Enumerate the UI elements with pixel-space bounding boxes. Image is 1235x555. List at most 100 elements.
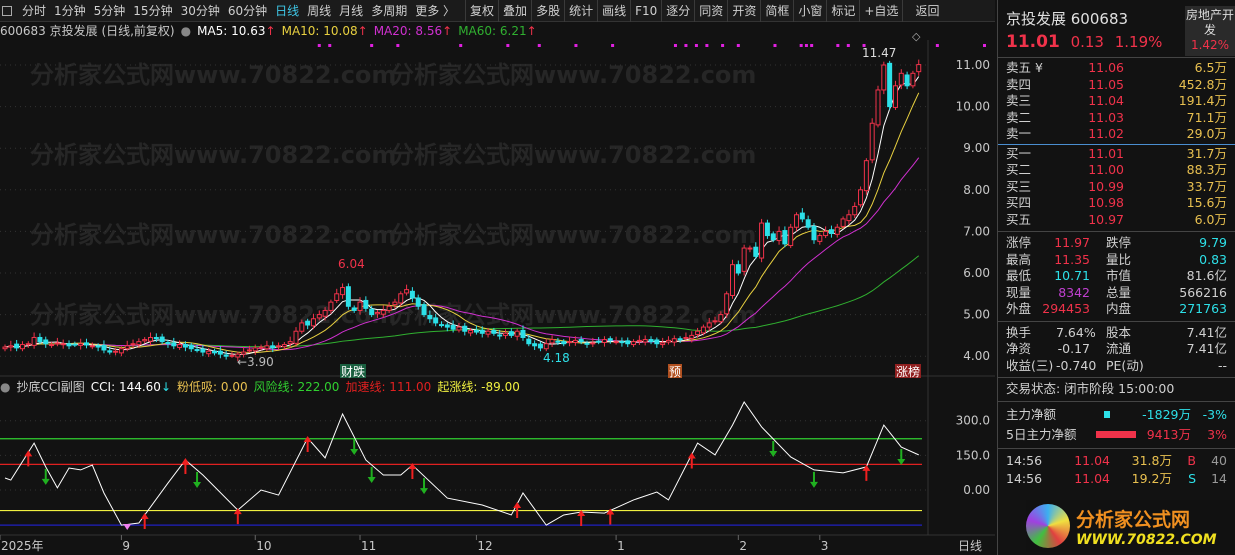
settings-icon[interactable]: ● — [0, 378, 10, 396]
stat-label: 最低 — [1006, 268, 1032, 283]
candle — [596, 340, 602, 343]
stat-label: 市值 — [1106, 268, 1132, 283]
trade-status: 交易状态: 闭市阶段 15:00:00 — [1006, 381, 1175, 396]
level-volume: 33.7万 — [1186, 178, 1227, 194]
buy-arrow-icon — [181, 457, 190, 474]
candle — [252, 347, 258, 352]
signal-dot — [694, 44, 698, 47]
level-label: 买二 — [1006, 162, 1032, 177]
candle — [37, 336, 43, 343]
kline-chart[interactable]: 11.0010.009.008.007.006.005.004.00300.01… — [0, 0, 995, 555]
level-price: 11.00 — [1088, 162, 1124, 177]
signal-dot — [846, 44, 850, 47]
ma60-line — [4, 255, 920, 348]
candle — [561, 341, 567, 345]
candle — [456, 326, 462, 331]
stat-label: 流通 — [1106, 341, 1132, 356]
sell-arrow-icon — [897, 449, 906, 466]
candle — [444, 324, 450, 328]
flow-value: -1829万 — [1142, 406, 1191, 422]
sell-arrow-icon — [809, 471, 818, 488]
candle — [351, 307, 357, 311]
period-label[interactable]: 日线 — [958, 539, 982, 553]
stat-row: 最高 11.35 量比 0.83 — [998, 252, 1235, 269]
signal-dot — [673, 44, 677, 47]
candle — [520, 329, 526, 338]
signal-dot — [611, 44, 615, 47]
candle — [712, 320, 718, 323]
candle — [741, 247, 747, 272]
candle — [142, 339, 148, 342]
level-label: 卖四 — [1006, 76, 1032, 92]
stat-row: 换手 7.64% 股本 7.41亿 — [998, 325, 1235, 342]
candle — [473, 329, 479, 333]
candle — [805, 219, 811, 228]
candle — [374, 312, 380, 315]
candle — [468, 329, 474, 334]
risk-line-value: 风险线: 222.00 — [253, 380, 340, 394]
time-tick-label: 3 — [821, 539, 829, 553]
signal-dot — [983, 44, 987, 47]
cci-text: CCI: 144.60 — [90, 380, 161, 394]
event-marker[interactable]: 财跌 — [341, 364, 365, 379]
sector-pct: 1.42% — [1190, 38, 1230, 52]
tick-price: 11.04 — [1074, 452, 1110, 468]
candle — [648, 339, 654, 343]
candle — [276, 345, 282, 348]
candle — [514, 330, 520, 337]
signal-dot — [810, 44, 814, 47]
candle — [270, 345, 276, 349]
candle — [811, 225, 817, 241]
candle — [101, 344, 107, 351]
stat-value: 7.64% — [1056, 324, 1096, 340]
candle — [136, 341, 142, 346]
candle — [858, 189, 864, 206]
candle — [869, 122, 875, 161]
candle — [66, 343, 72, 347]
stats-grid-2: 换手 7.64% 股本 7.41亿 净资 -0.17 流通 7.41亿 收益(三) -0.740 P… — [998, 325, 1235, 375]
candle — [601, 339, 607, 343]
event-marker[interactable]: 涨榜 — [896, 364, 920, 379]
candle — [357, 301, 363, 311]
candle — [665, 339, 671, 343]
candle — [753, 246, 759, 257]
candle — [398, 293, 404, 304]
sell-arrow-icon — [193, 471, 202, 488]
level-label: 卖五 ¥ — [1006, 60, 1043, 75]
stat-value: 271763 — [1179, 301, 1227, 316]
pink-low-value: 粉低吸: 0.00 — [177, 380, 248, 394]
candle — [130, 343, 136, 346]
candle — [852, 205, 858, 216]
event-marker[interactable]: 预 — [669, 365, 681, 379]
level-label: 买一 — [1006, 145, 1032, 161]
diamond-icon[interactable]: ◇ — [912, 30, 921, 43]
sector-box[interactable]: 房地产开发 1.42% — [1185, 6, 1235, 56]
flow-value: 9413万 — [1146, 426, 1191, 442]
stat-label: 换手 — [1006, 324, 1032, 340]
candle — [491, 329, 497, 334]
price-tick-label: 9.00 — [963, 141, 990, 155]
high-annotation: 6.04 — [338, 257, 365, 271]
stat-label: 内盘 — [1106, 301, 1132, 316]
candle — [14, 343, 20, 349]
cci-indicator-header: ● 抄底CCI副图 CCI: 144.60↓ 粉低吸: 0.00 风险线: 22… — [0, 378, 520, 396]
candle — [625, 340, 631, 345]
candle — [590, 342, 596, 345]
level-volume: 6.5万 — [1194, 60, 1227, 75]
time-tick-label: 1 — [617, 539, 625, 553]
bids-row: 买三 10.99 33.7万 — [998, 179, 1235, 196]
stat-label: 最高 — [1006, 251, 1032, 267]
level-label: 卖一 — [1006, 126, 1032, 141]
signal-dot — [721, 44, 725, 47]
candle — [532, 343, 538, 347]
candle — [118, 348, 124, 354]
stat-value: 566216 — [1179, 284, 1227, 300]
candle — [107, 350, 113, 353]
candle — [148, 336, 153, 342]
stat-label: 现量 — [1006, 284, 1032, 300]
stat-value: -0.17 — [1057, 341, 1090, 356]
candle — [2, 346, 8, 350]
tick-time: 14:56 — [1006, 452, 1043, 468]
candle — [415, 297, 421, 307]
sell-arrow-icon — [350, 438, 359, 455]
